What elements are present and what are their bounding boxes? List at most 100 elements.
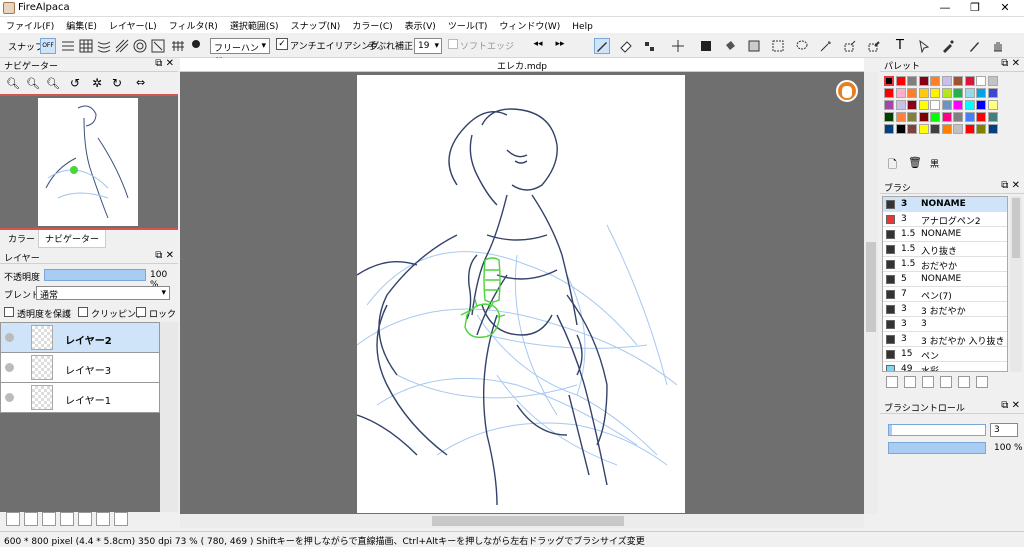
palette-swatch[interactable] — [964, 112, 975, 122]
new-brush-icon[interactable] — [886, 376, 898, 388]
snap-off-button[interactable]: OFF — [40, 38, 56, 54]
palette-swatch[interactable] — [976, 100, 986, 110]
panel-controls-icon[interactable]: ⧉ ✕ — [155, 58, 174, 69]
snap-curve-icon[interactable] — [96, 38, 112, 54]
brush-tool-icon[interactable] — [966, 38, 982, 54]
select-pen-icon[interactable] — [842, 38, 858, 54]
menu-layer[interactable]: レイヤー(L) — [103, 17, 163, 32]
brush-size-input[interactable]: 3 — [990, 423, 1018, 437]
dot-pen-icon[interactable] — [642, 38, 658, 54]
brush-settings-icon[interactable] — [904, 376, 916, 388]
zoom-reset-icon[interactable]: 🔍︎ — [46, 77, 60, 90]
brush-row[interactable]: 3 NONAME — [883, 197, 1007, 212]
palette-swatch[interactable] — [918, 112, 929, 122]
snap-grid-icon[interactable] — [78, 38, 94, 54]
menu-filter[interactable]: フィルタ(R) — [163, 17, 224, 32]
palette-swatch[interactable] — [987, 76, 998, 86]
palette-swatch[interactable] — [987, 112, 998, 122]
prev-icon[interactable]: ◂◂ — [530, 38, 546, 54]
menu-tool[interactable]: ツール(T) — [442, 17, 494, 32]
palette-swatch[interactable] — [895, 124, 906, 134]
layer-scrollbar[interactable] — [160, 322, 178, 512]
palette-swatch[interactable] — [964, 124, 975, 134]
menu-file[interactable]: ファイル(F) — [0, 17, 60, 32]
stabilizer-select[interactable]: 19 ▾ — [414, 38, 442, 54]
layer-opacity-slider[interactable] — [44, 269, 146, 281]
palette-swatch[interactable] — [941, 76, 952, 86]
new-folder-icon[interactable] — [60, 512, 74, 526]
new-layer-icon[interactable] — [6, 512, 20, 526]
menu-color[interactable]: カラー(C) — [346, 17, 398, 32]
menu-help[interactable]: Help — [566, 20, 599, 32]
drawing-paper[interactable] — [356, 75, 685, 513]
palette-swatch[interactable] — [895, 88, 906, 98]
eye-icon[interactable] — [5, 363, 14, 372]
snap-radial-icon[interactable] — [150, 38, 166, 54]
palette-swatch[interactable] — [930, 76, 940, 86]
eye-icon[interactable] — [5, 333, 14, 342]
navigator-preview[interactable] — [0, 96, 178, 228]
brush-duplicate-icon[interactable] — [958, 376, 970, 388]
clipping-checkbox[interactable] — [78, 307, 88, 317]
pen-icon[interactable] — [594, 38, 610, 54]
brush-row[interactable]: 7 ペン(7) — [883, 287, 1007, 302]
palette-swatch[interactable] — [976, 76, 986, 86]
palette-swatch[interactable] — [918, 88, 929, 98]
trash-icon[interactable]: 🗑︎ — [908, 156, 922, 169]
fill-icon[interactable] — [698, 38, 714, 54]
palette-swatch[interactable] — [953, 112, 963, 122]
palette-swatch[interactable] — [895, 76, 906, 86]
palette-swatch[interactable] — [987, 88, 998, 98]
panel-controls-icon[interactable]: ⧉ ✕ — [1001, 58, 1020, 69]
palette-swatch-grid[interactable] — [884, 76, 1004, 146]
operation-icon[interactable] — [916, 38, 932, 54]
select-rect-icon[interactable] — [770, 38, 786, 54]
brush-row[interactable]: 15 ペン — [883, 347, 1007, 362]
tab-navigator[interactable]: ナビゲーター — [38, 230, 107, 248]
lock-checkbox[interactable] — [136, 307, 146, 317]
palette-swatch[interactable] — [895, 112, 906, 122]
layer-row[interactable]: レイヤー2 — [0, 323, 160, 353]
menu-selection[interactable]: 選択範囲(S) — [224, 17, 285, 32]
brush-row[interactable]: 1.5 入り抜き — [883, 242, 1007, 257]
layer-row[interactable]: レイヤー3 — [0, 353, 160, 383]
gradient-icon[interactable] — [746, 38, 762, 54]
palette-swatch[interactable] — [930, 124, 940, 134]
palette-swatch[interactable] — [941, 88, 952, 98]
menu-view[interactable]: 表示(V) — [399, 17, 442, 32]
palette-swatch[interactable] — [907, 100, 917, 110]
bucket-icon[interactable] — [722, 38, 738, 54]
snap-parallel-icon[interactable] — [60, 38, 76, 54]
palette-swatch[interactable] — [895, 100, 906, 110]
blend-select[interactable]: 通常 ▾ — [36, 286, 170, 301]
palette-swatch[interactable] — [907, 124, 917, 134]
magic-wand-icon[interactable] — [818, 38, 834, 54]
brush-scrollbar[interactable] — [1010, 196, 1022, 372]
brush-edit-icon[interactable] — [922, 376, 934, 388]
brush-row[interactable]: 1.5 おだやか — [883, 257, 1007, 272]
select-eraser-icon[interactable] — [866, 38, 882, 54]
zoom-in-icon[interactable]: 🔍︎ — [6, 77, 20, 90]
palette-swatch[interactable] — [976, 124, 986, 134]
new-1bit-layer-icon[interactable] — [42, 512, 56, 526]
brush-row[interactable]: 33 — [883, 317, 1007, 332]
merge-down-icon[interactable] — [96, 512, 110, 526]
zoom-out-icon[interactable]: 🔍︎ — [26, 77, 40, 90]
palette-swatch[interactable] — [953, 100, 963, 110]
palette-swatch[interactable] — [964, 88, 975, 98]
palette-swatch[interactable] — [964, 100, 975, 110]
palette-swatch[interactable] — [976, 112, 986, 122]
brush-mode-select[interactable]: フリーハンド▾ — [210, 38, 270, 67]
palette-swatch[interactable] — [884, 76, 894, 86]
palette-swatch[interactable] — [918, 76, 929, 86]
canvas-vscrollbar[interactable] — [864, 72, 878, 514]
rotate-right-icon[interactable]: ↻ — [112, 76, 122, 90]
brush-row[interactable]: 3 3 おだやか 入り抜き — [883, 332, 1007, 347]
brush-row[interactable]: 49 水彩 — [883, 362, 1007, 371]
palette-swatch[interactable] — [953, 76, 963, 86]
trash-icon[interactable] — [976, 376, 988, 388]
brush-row[interactable]: 5 NONAME — [883, 272, 1007, 287]
palette-swatch[interactable] — [884, 124, 894, 134]
palette-swatch[interactable] — [987, 124, 998, 134]
menu-snap[interactable]: スナップ(N) — [285, 17, 347, 32]
